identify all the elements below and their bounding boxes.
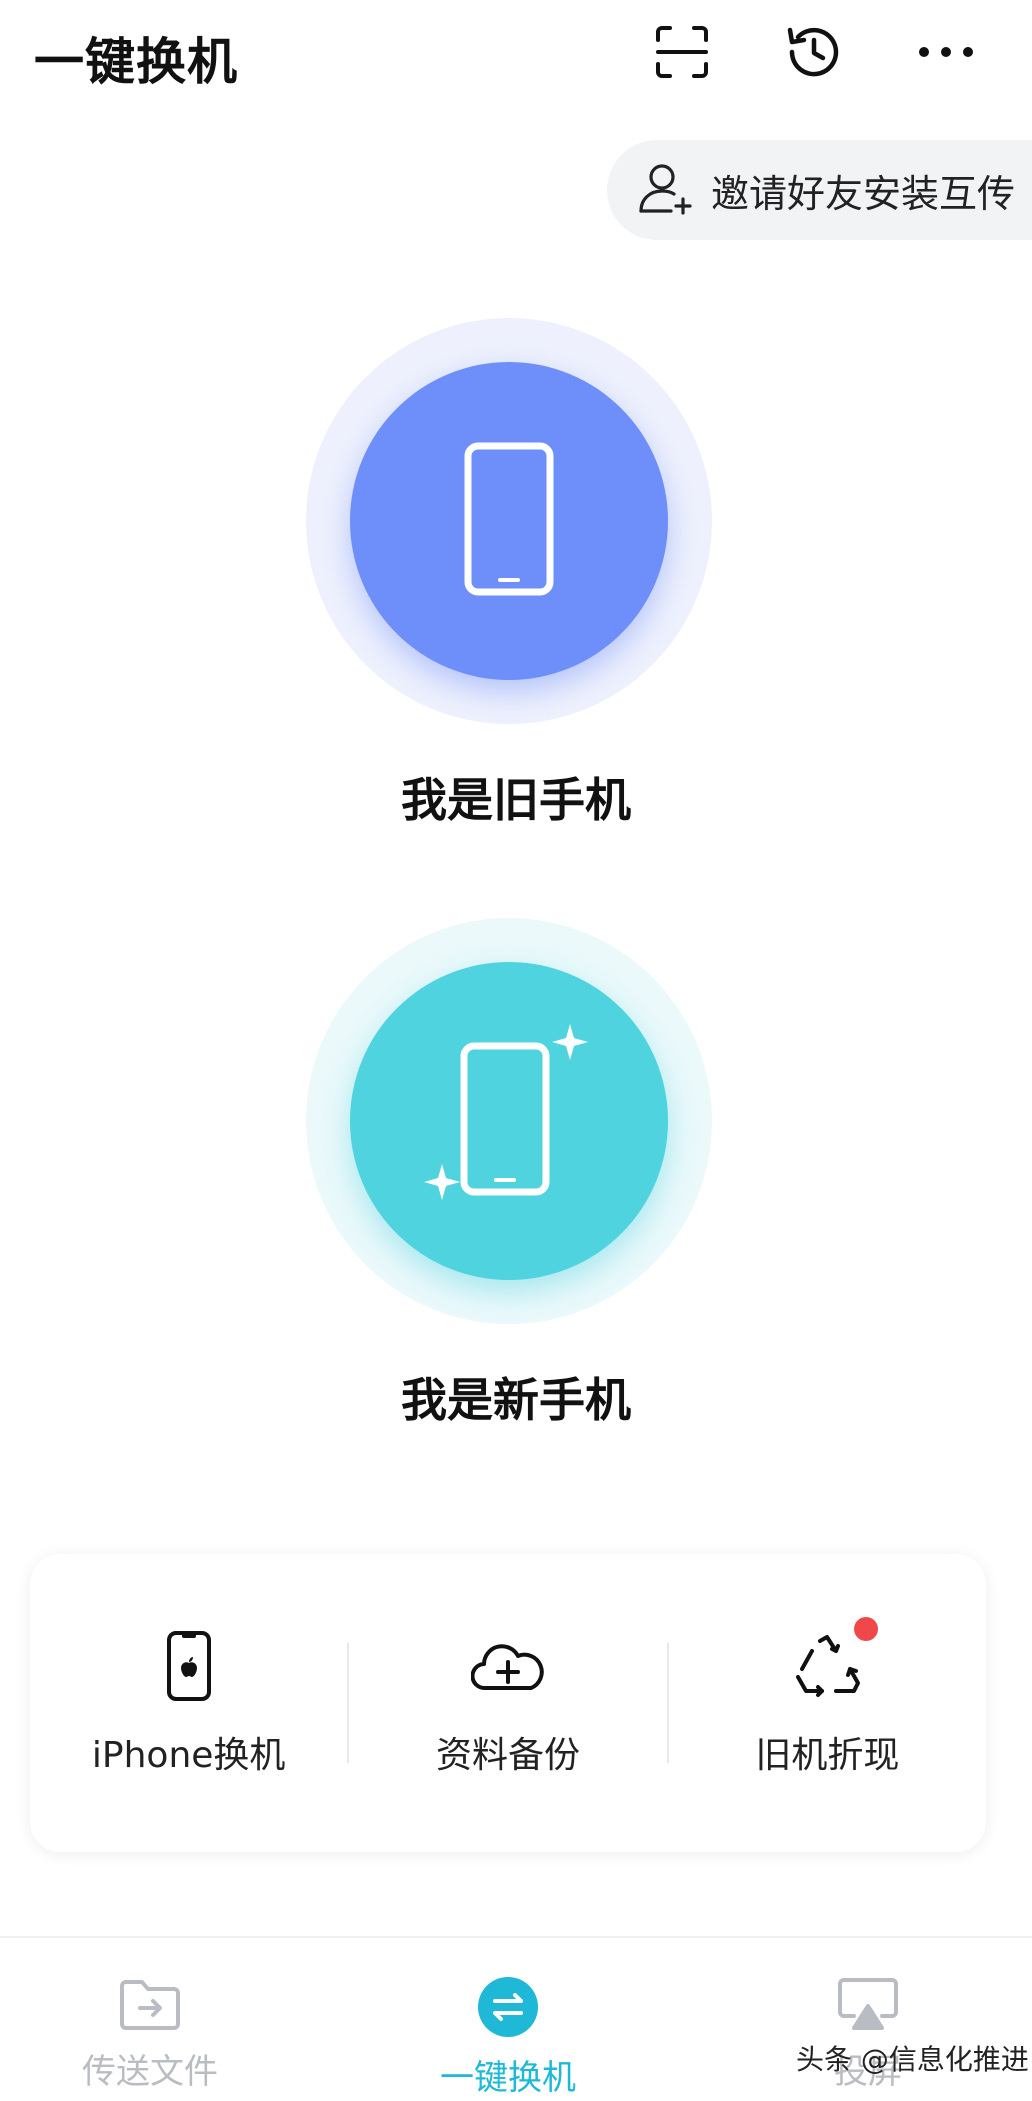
page: 一键换机 邀请好友安装互传 我是旧手机 我是新手机 iPhone换机 资料备份 … bbox=[0, 0, 1032, 2101]
watermark: 头条 @信息化推进 bbox=[796, 2043, 1029, 2076]
notification-badge bbox=[854, 1617, 879, 1641]
scan-icon[interactable] bbox=[650, 20, 714, 84]
invite-friends-button[interactable]: 邀请好友安装互传 bbox=[607, 140, 1032, 240]
old-phone-circle bbox=[350, 362, 668, 680]
invite-label: 邀请好友安装互传 bbox=[711, 171, 1016, 216]
old-phone-label: 我是旧手机 bbox=[401, 773, 631, 827]
data-backup-tool[interactable]: 资料备份 bbox=[349, 1554, 666, 1852]
recycle-icon bbox=[792, 1617, 879, 1703]
tools-card: iPhone换机 资料备份 旧机折现 bbox=[30, 1554, 986, 1852]
header: 一键换机 bbox=[0, 0, 1032, 110]
add-user-icon bbox=[637, 159, 695, 221]
new-phone-circle bbox=[350, 962, 668, 1280]
more-icon[interactable] bbox=[914, 20, 978, 84]
folder-transfer-icon bbox=[118, 1976, 182, 2036]
cloud-upload-icon bbox=[470, 1638, 545, 1698]
iphone-icon bbox=[166, 1630, 212, 1706]
screen-cast-icon bbox=[836, 1976, 900, 2036]
new-phone-label: 我是新手机 bbox=[401, 1373, 631, 1427]
sparkle-phone-icon bbox=[424, 1024, 594, 1218]
nav-transfer-files[interactable]: 传送文件 bbox=[0, 1938, 300, 2101]
switch-icon bbox=[477, 1976, 539, 2042]
page-title: 一键换机 bbox=[34, 33, 238, 91]
phone-icon bbox=[464, 442, 554, 600]
nav-label: 一键换机 bbox=[440, 2058, 576, 2098]
nav-one-key-switch[interactable]: 一键换机 bbox=[358, 1938, 658, 2101]
new-phone-button[interactable] bbox=[306, 918, 712, 1324]
tool-label: 旧机折现 bbox=[755, 1735, 900, 1776]
tool-label: iPhone换机 bbox=[91, 1735, 286, 1776]
tool-label: 资料备份 bbox=[435, 1735, 580, 1776]
old-phone-button[interactable] bbox=[306, 318, 712, 724]
nav-label: 传送文件 bbox=[82, 2052, 218, 2092]
iphone-switch-tool[interactable]: iPhone换机 bbox=[30, 1554, 347, 1852]
history-icon[interactable] bbox=[782, 20, 846, 84]
trade-in-tool[interactable]: 旧机折现 bbox=[669, 1554, 986, 1852]
